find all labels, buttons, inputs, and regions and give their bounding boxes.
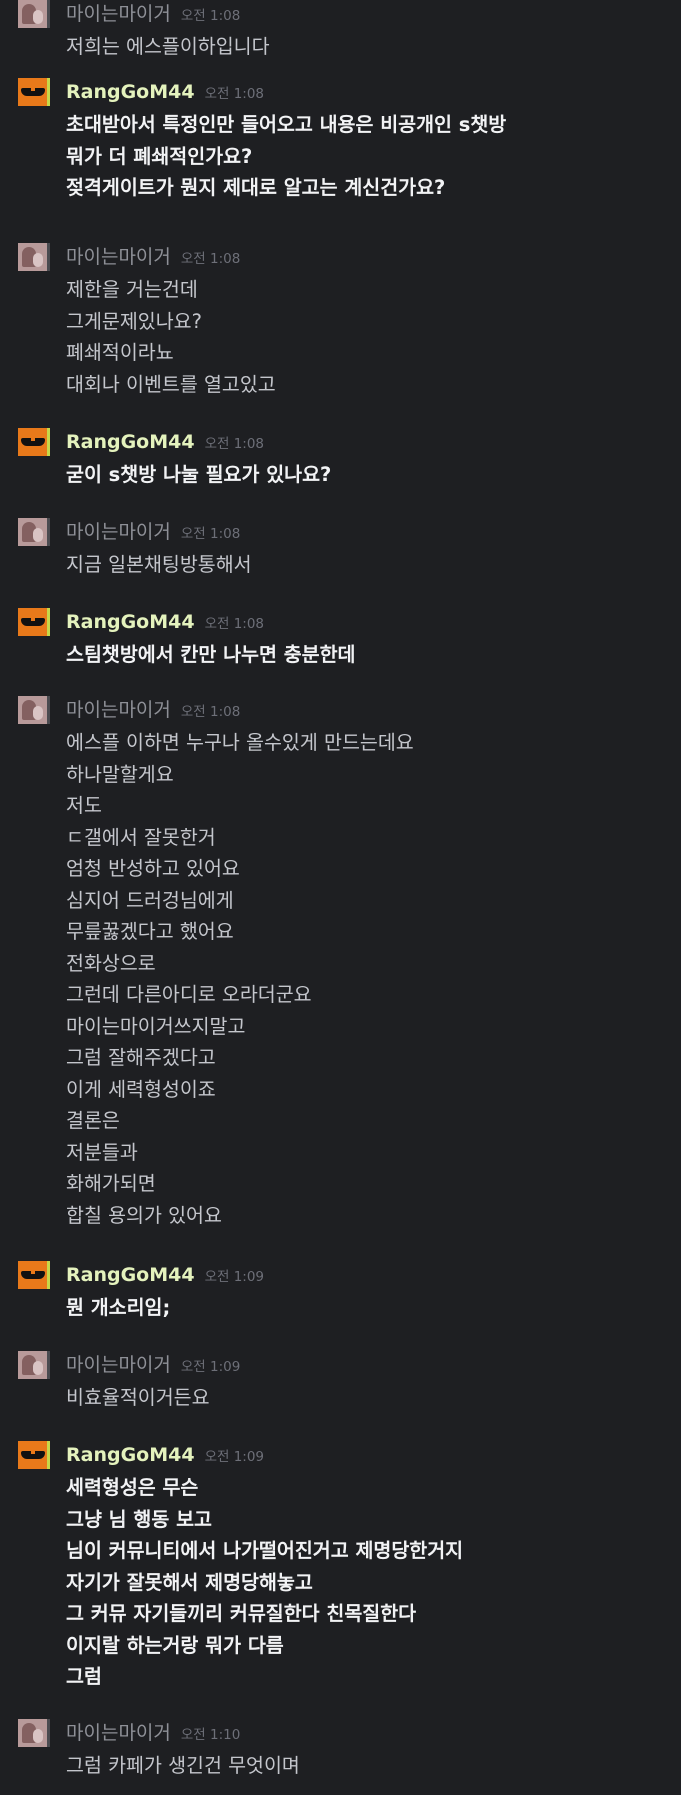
username[interactable]: 마이는마이거 — [66, 699, 171, 721]
profile-photo-avatar-icon[interactable] — [18, 518, 50, 546]
message-line: 님이 커뮤니티에서 나가떨어진거고 제명당한거지 — [66, 1539, 464, 1562]
sunglasses-avatar-icon[interactable] — [18, 428, 50, 456]
message-line: 화해가되면 — [66, 1172, 156, 1195]
message-line: 엄청 반성하고 있어요 — [66, 857, 240, 880]
chat-log: 마이는마이거 오전 1:08 저희는 에스플이하입니다 RangGoM44 오전 1… — [0, 0, 681, 1795]
message-line: 이게 세력형성이죠 — [66, 1077, 216, 1101]
username[interactable]: 마이는마이거 — [66, 1354, 171, 1376]
message-line: 그 커뮤 자기들끼리 커뮤질한다 친목질한다 — [66, 1602, 417, 1625]
message-line: 그냥 님 행동 보고 — [66, 1507, 212, 1531]
username[interactable]: RangGoM44 — [66, 611, 195, 633]
message-line: 그럼 잘해주겠다고 — [66, 1046, 216, 1069]
message-line: 결론은 — [66, 1109, 120, 1132]
message-line: 그게문제있나요? — [66, 309, 202, 333]
message-line: 마이는마이거쓰지말고 — [66, 1014, 246, 1038]
message-line: 초대받아서 특정인만 들어오고 내용은 비공개인 s챗방 — [66, 113, 507, 136]
username[interactable]: RangGoM44 — [66, 1444, 195, 1466]
message-line: 젖격게이트가 뭔지 제대로 알고는 계신건가요? — [66, 176, 446, 199]
message-line: 비효율적이거든요 — [66, 1386, 210, 1409]
sunglasses-avatar-icon[interactable] — [18, 608, 50, 636]
username[interactable]: 마이는마이거 — [66, 246, 171, 268]
profile-photo-avatar-icon[interactable] — [18, 696, 50, 724]
message-line: 뭐가 더 폐쇄적인가요? — [66, 144, 253, 168]
message-line: 무릎꿇겠다고 했어요 — [66, 920, 234, 943]
message-line: 자기가 잘못해서 제명당해놓고 — [66, 1570, 313, 1594]
timestamp: 오전 1:08 — [180, 704, 241, 720]
timestamp: 오전 1:10 — [180, 1727, 241, 1743]
sunglasses-avatar-icon[interactable] — [18, 1441, 50, 1469]
profile-photo-avatar-icon[interactable] — [18, 1719, 50, 1747]
timestamp: 오전 1:08 — [204, 86, 265, 102]
message-line: 그럼 — [66, 1665, 102, 1688]
sunglasses-avatar-icon[interactable] — [18, 78, 50, 106]
username[interactable]: RangGoM44 — [66, 431, 195, 453]
timestamp: 오전 1:08 — [204, 616, 265, 632]
profile-photo-avatar-icon[interactable] — [18, 0, 50, 28]
message-line: 대회나 이벤트를 열고있고 — [66, 372, 276, 396]
message-line: 그런데 다른아디로 오라더군요 — [66, 983, 312, 1006]
message-line: 저희는 에스플이하입니다 — [66, 35, 270, 58]
message-line: 전화상으로 — [66, 951, 156, 975]
message-line: 제한을 거는건데 — [66, 278, 198, 301]
message-line: 합칠 용의가 있어요 — [66, 1203, 222, 1227]
profile-photo-avatar-icon[interactable] — [18, 243, 50, 271]
sunglasses-avatar-icon[interactable] — [18, 1261, 50, 1289]
timestamp: 오전 1:08 — [204, 436, 265, 452]
message-line: 하나말할게요 — [66, 762, 174, 786]
message-line: 이지랄 하는거랑 뭐가 다름 — [66, 1633, 284, 1657]
timestamp: 오전 1:08 — [180, 8, 241, 24]
timestamp: 오전 1:09 — [180, 1359, 241, 1375]
username[interactable]: RangGoM44 — [66, 1264, 195, 1286]
message-line: 지금 일본채팅방통해서 — [66, 553, 252, 576]
profile-photo-avatar-icon[interactable] — [18, 1351, 50, 1379]
timestamp: 오전 1:09 — [204, 1449, 265, 1465]
message-line: 저도 — [66, 794, 102, 817]
username[interactable]: 마이는마이거 — [66, 521, 171, 543]
timestamp: 오전 1:08 — [180, 526, 241, 542]
message-line: ㄷ갤에서 잘못한거 — [66, 825, 216, 849]
username[interactable]: 마이는마이거 — [66, 1722, 171, 1744]
username[interactable]: 마이는마이거 — [66, 3, 171, 25]
message-line: 에스플 이하면 누구나 올수있게 만드는데요 — [66, 731, 414, 754]
message-line: 세력형성은 무슨 — [66, 1476, 199, 1499]
timestamp: 오전 1:08 — [180, 251, 241, 267]
message-line: 스팀챗방에서 칸만 나누면 충분한데 — [66, 643, 356, 666]
username[interactable]: RangGoM44 — [66, 81, 195, 103]
message-line: 심지어 드러겅님에게 — [66, 888, 234, 912]
message-line: 뭔 개소리임; — [66, 1296, 171, 1319]
message-line: 굳이 s챗방 나눌 필요가 있나요? — [66, 463, 332, 486]
message-line: 저분들과 — [66, 1140, 138, 1164]
message-line: 폐쇄적이라뇨 — [66, 341, 174, 364]
timestamp: 오전 1:09 — [204, 1269, 265, 1285]
message-line: 그럼 카페가 생긴건 무엇이며 — [66, 1754, 300, 1777]
